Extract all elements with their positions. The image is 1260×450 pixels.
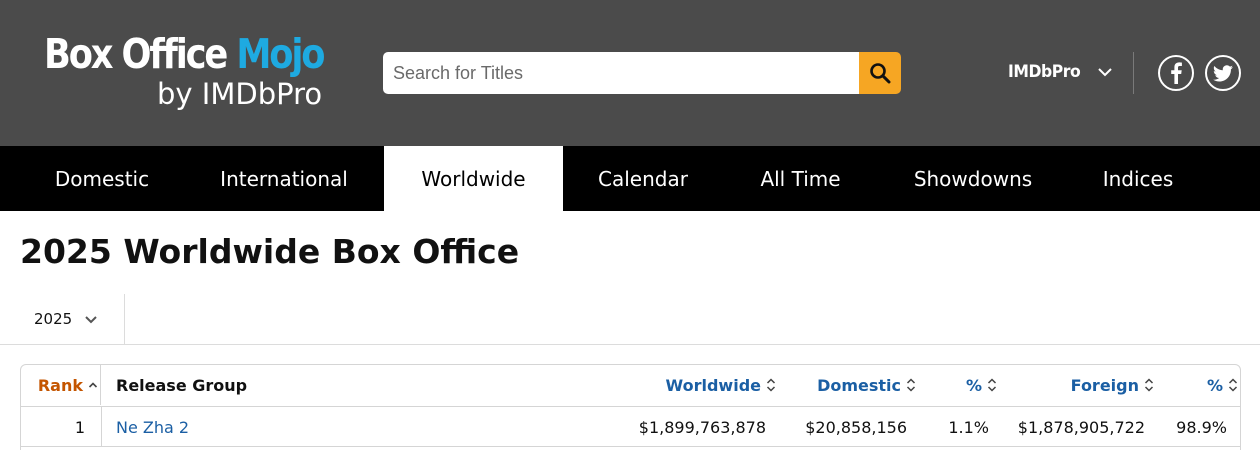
tab-worldwide[interactable]: Worldwide xyxy=(384,146,563,211)
imdbpro-label: IMDbPro xyxy=(1008,62,1081,82)
sort-icon xyxy=(1144,378,1154,392)
column-header-rank-label: Rank xyxy=(37,375,83,395)
column-header-foreign-label: Foreign xyxy=(1070,375,1139,395)
search-bar xyxy=(383,52,901,94)
chevron-down-icon xyxy=(85,315,97,323)
page-title: 2025 Worldwide Box Office xyxy=(20,232,520,271)
column-header-domestic[interactable]: Domestic xyxy=(781,365,916,405)
cell-domestic: $20,858,156 xyxy=(805,417,907,437)
column-header-foreign-percent-label: % xyxy=(1206,375,1223,395)
search-button[interactable] xyxy=(859,52,901,94)
box-office-table: Rank Release Group Worldwide Domestic % xyxy=(20,364,1241,450)
tab-all-time[interactable]: All Time xyxy=(723,146,878,211)
column-header-worldwide[interactable]: Worldwide xyxy=(621,365,776,405)
tab-showdowns[interactable]: Showdowns xyxy=(878,146,1068,211)
sort-icon xyxy=(766,378,776,392)
rank-column-divider xyxy=(101,407,102,447)
facebook-link[interactable] xyxy=(1158,55,1194,91)
column-header-domestic-percent-label: % xyxy=(965,375,982,395)
logo-wordmark: Box Office Mojo xyxy=(44,30,326,78)
column-header-foreign-percent[interactable]: % xyxy=(1161,365,1238,405)
column-header-foreign[interactable]: Foreign xyxy=(1006,365,1154,405)
twitter-icon xyxy=(1213,64,1233,81)
cell-foreign: $1,878,905,722 xyxy=(1017,417,1145,437)
sort-icon xyxy=(987,378,997,392)
column-header-rank[interactable]: Rank xyxy=(21,365,98,405)
site-header: Box Office Mojo by IMDbPro IMDbPro xyxy=(0,0,1260,146)
header-divider xyxy=(1133,52,1134,94)
filter-bar: 2025 xyxy=(0,294,1260,345)
box-office-mojo-logo[interactable]: Box Office Mojo by IMDbPro xyxy=(44,30,344,111)
year-dropdown[interactable]: 2025 xyxy=(0,294,125,344)
logo-box-office-text: Box Office xyxy=(44,30,228,78)
chevron-down-icon xyxy=(1097,68,1112,77)
cell-foreign-percent: 98.9% xyxy=(1176,417,1227,437)
cell-release-group-link[interactable]: Ne Zha 2 xyxy=(116,407,189,447)
sort-icon xyxy=(906,378,916,392)
column-header-release-group: Release Group xyxy=(116,375,248,395)
column-header-domestic-percent[interactable]: % xyxy=(921,365,997,405)
search-input[interactable] xyxy=(383,52,859,94)
tab-international[interactable]: International xyxy=(184,146,384,211)
tab-calendar[interactable]: Calendar xyxy=(563,146,723,211)
logo-by-imdbpro-text: by IMDbPro xyxy=(157,77,323,111)
main-nav: Domestic International Worldwide Calenda… xyxy=(0,146,1260,211)
cell-domestic-percent: 1.1% xyxy=(948,417,989,437)
table-header-row: Rank Release Group Worldwide Domestic % xyxy=(21,365,1240,407)
facebook-icon xyxy=(1171,62,1182,84)
column-header-worldwide-label: Worldwide xyxy=(665,375,761,395)
column-header-domestic-label: Domestic xyxy=(817,375,901,395)
twitter-link[interactable] xyxy=(1205,55,1241,91)
logo-mojo-text: Mojo xyxy=(236,30,325,78)
tab-domestic[interactable]: Domestic xyxy=(20,146,184,211)
sort-up-icon xyxy=(88,382,98,388)
table-row: 1 Ne Zha 2 $1,899,763,878 $20,858,156 1.… xyxy=(21,407,1240,447)
cell-worldwide: $1,899,763,878 xyxy=(638,417,766,437)
search-icon xyxy=(870,63,891,84)
year-dropdown-value: 2025 xyxy=(34,310,73,328)
imdbpro-menu[interactable]: IMDbPro xyxy=(1008,62,1113,82)
tab-indices[interactable]: Indices xyxy=(1068,146,1208,211)
cell-rank: 1 xyxy=(74,417,85,437)
sort-icon xyxy=(1228,378,1238,392)
